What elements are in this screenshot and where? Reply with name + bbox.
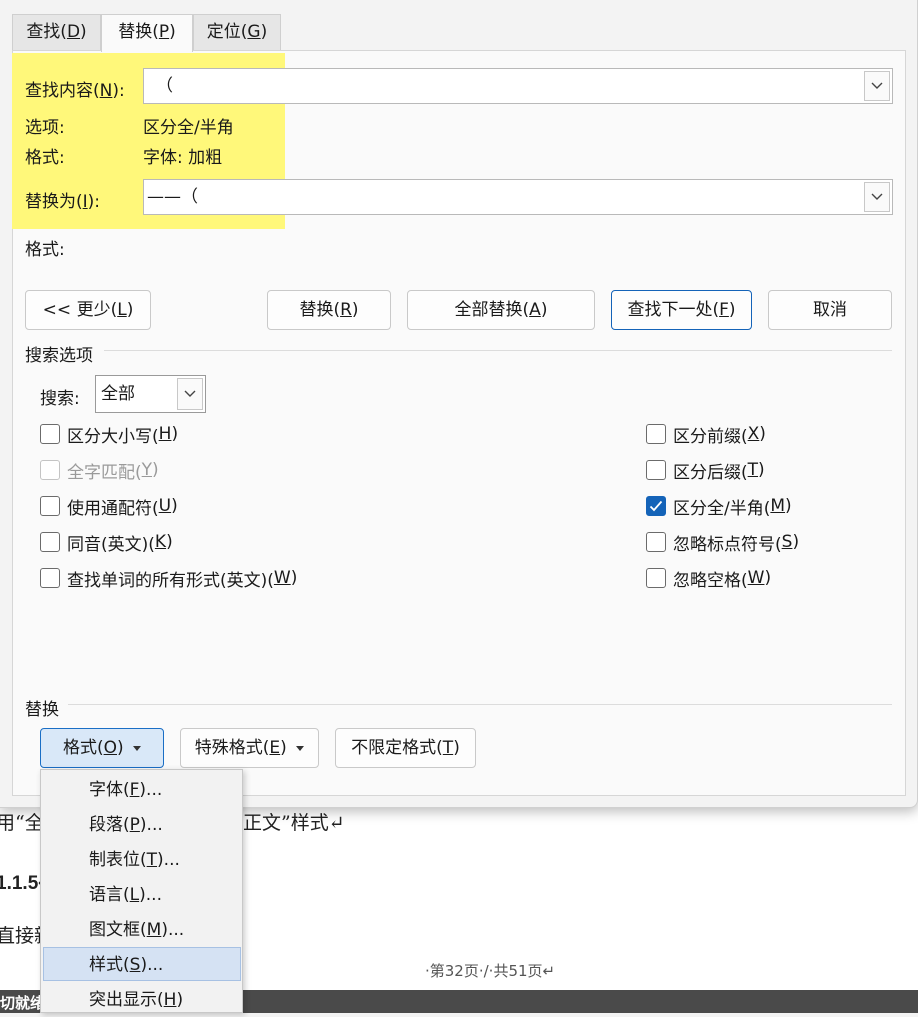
replace-history-dropdown[interactable] [864, 182, 890, 212]
checkbox-box [40, 460, 60, 480]
tab-goto[interactable]: 定位(G) [193, 14, 281, 51]
status-text: 切就绪 [0, 994, 46, 1012]
find-format-label: 格式: [25, 148, 65, 168]
replace-input-value: ——（ [147, 187, 198, 207]
divider [68, 704, 892, 705]
checkmark-icon [649, 500, 663, 512]
match-case-checkbox[interactable]: 区分大小写(H) [40, 422, 178, 447]
menu-item-highlight[interactable]: 突出显示(H) [43, 983, 241, 1017]
caret-down-icon [296, 745, 305, 751]
format-button[interactable]: 格式(O) [40, 728, 164, 768]
format-menu: 字体(F)... 段落(P)... 制表位(T)... 语言(L)... 图文框… [40, 769, 243, 1013]
menu-item-frame[interactable]: 图文框(M)... [43, 913, 241, 947]
find-replace-dialog: 查找(D) 替换(P) 定位(G) 查找内容(N): （ 选项: 区分全/半角 … [0, 0, 918, 808]
sounds-like-checkbox[interactable]: 同音(英文)(K) [40, 530, 173, 555]
checkbox-box [646, 424, 666, 444]
wildcards-checkbox[interactable]: 使用通配符(U) [40, 494, 178, 519]
less-button[interactable]: << 更少(L) [25, 290, 151, 330]
tab-replace[interactable]: 替换(P) [101, 14, 193, 52]
checkbox-box [40, 496, 60, 516]
search-direction-value: 全部 [101, 384, 135, 404]
doc-text-line: 用“全 [0, 812, 44, 834]
replace-all-button[interactable]: 全部替换(A) [407, 290, 595, 330]
special-format-button[interactable]: 特殊格式(E) [180, 728, 319, 768]
doc-text-line-end: 正文”样式↵ [243, 812, 345, 834]
divider [104, 350, 892, 351]
whole-word-checkbox: 全字匹配(Y) [40, 458, 159, 483]
checkbox-box [40, 424, 60, 444]
chevron-down-icon [184, 390, 196, 397]
find-history-dropdown[interactable] [864, 71, 890, 101]
chevron-down-icon [871, 193, 883, 200]
search-direction-select[interactable]: 全部 [95, 375, 206, 413]
no-formatting-button[interactable]: 不限定格式(T) [335, 728, 476, 768]
replace-input[interactable]: ——（ [143, 179, 893, 215]
cancel-button[interactable]: 取消 [768, 290, 892, 330]
checkbox-box [646, 460, 666, 480]
tab-find[interactable]: 查找(D) [12, 14, 101, 51]
search-direction-dropdown[interactable] [177, 378, 203, 410]
checkbox-box [646, 568, 666, 588]
ignore-punctuation-checkbox[interactable]: 忽略标点符号(S) [646, 530, 799, 555]
match-width-checkbox[interactable]: 区分全/半角(M) [646, 494, 792, 519]
match-suffix-checkbox[interactable]: 区分后缀(T) [646, 458, 765, 483]
checkbox-box [646, 532, 666, 552]
find-next-button[interactable]: 查找下一处(F) [611, 290, 752, 330]
chevron-down-icon [871, 82, 883, 89]
match-prefix-checkbox[interactable]: 区分前缀(X) [646, 422, 766, 447]
ignore-whitespace-checkbox[interactable]: 忽略空格(W) [646, 566, 771, 591]
caret-down-icon [133, 745, 142, 751]
find-options-label: 选项: [25, 118, 65, 138]
menu-item-style[interactable]: 样式(S)... [43, 947, 241, 981]
find-format-value: 字体: 加粗 [143, 148, 223, 168]
page-footer: ·第32页·/·共51页↵ [425, 962, 556, 980]
menu-item-tabs[interactable]: 制表位(T)... [43, 843, 241, 877]
checkbox-box [40, 568, 60, 588]
search-direction-label: 搜索: [40, 389, 80, 409]
replace-format-label: 格式: [25, 240, 65, 260]
all-word-forms-checkbox[interactable]: 查找单词的所有形式(英文)(W) [40, 566, 297, 591]
checkbox-box [40, 532, 60, 552]
replace-button[interactable]: 替换(R) [267, 290, 391, 330]
find-label: 查找内容(N): [25, 81, 125, 101]
replace-section-header: 替换 [25, 700, 59, 720]
menu-item-font[interactable]: 字体(F)... [43, 773, 241, 807]
checkbox-box-checked [646, 496, 666, 516]
replace-label: 替换为(I): [25, 192, 101, 212]
find-input-value: （ [156, 76, 173, 96]
find-options-value: 区分全/半角 [143, 118, 234, 138]
search-options-header: 搜索选项 [25, 346, 93, 366]
find-input[interactable]: （ [143, 68, 893, 104]
menu-item-language[interactable]: 语言(L)... [43, 878, 241, 912]
menu-item-paragraph[interactable]: 段落(P)... [43, 808, 241, 842]
